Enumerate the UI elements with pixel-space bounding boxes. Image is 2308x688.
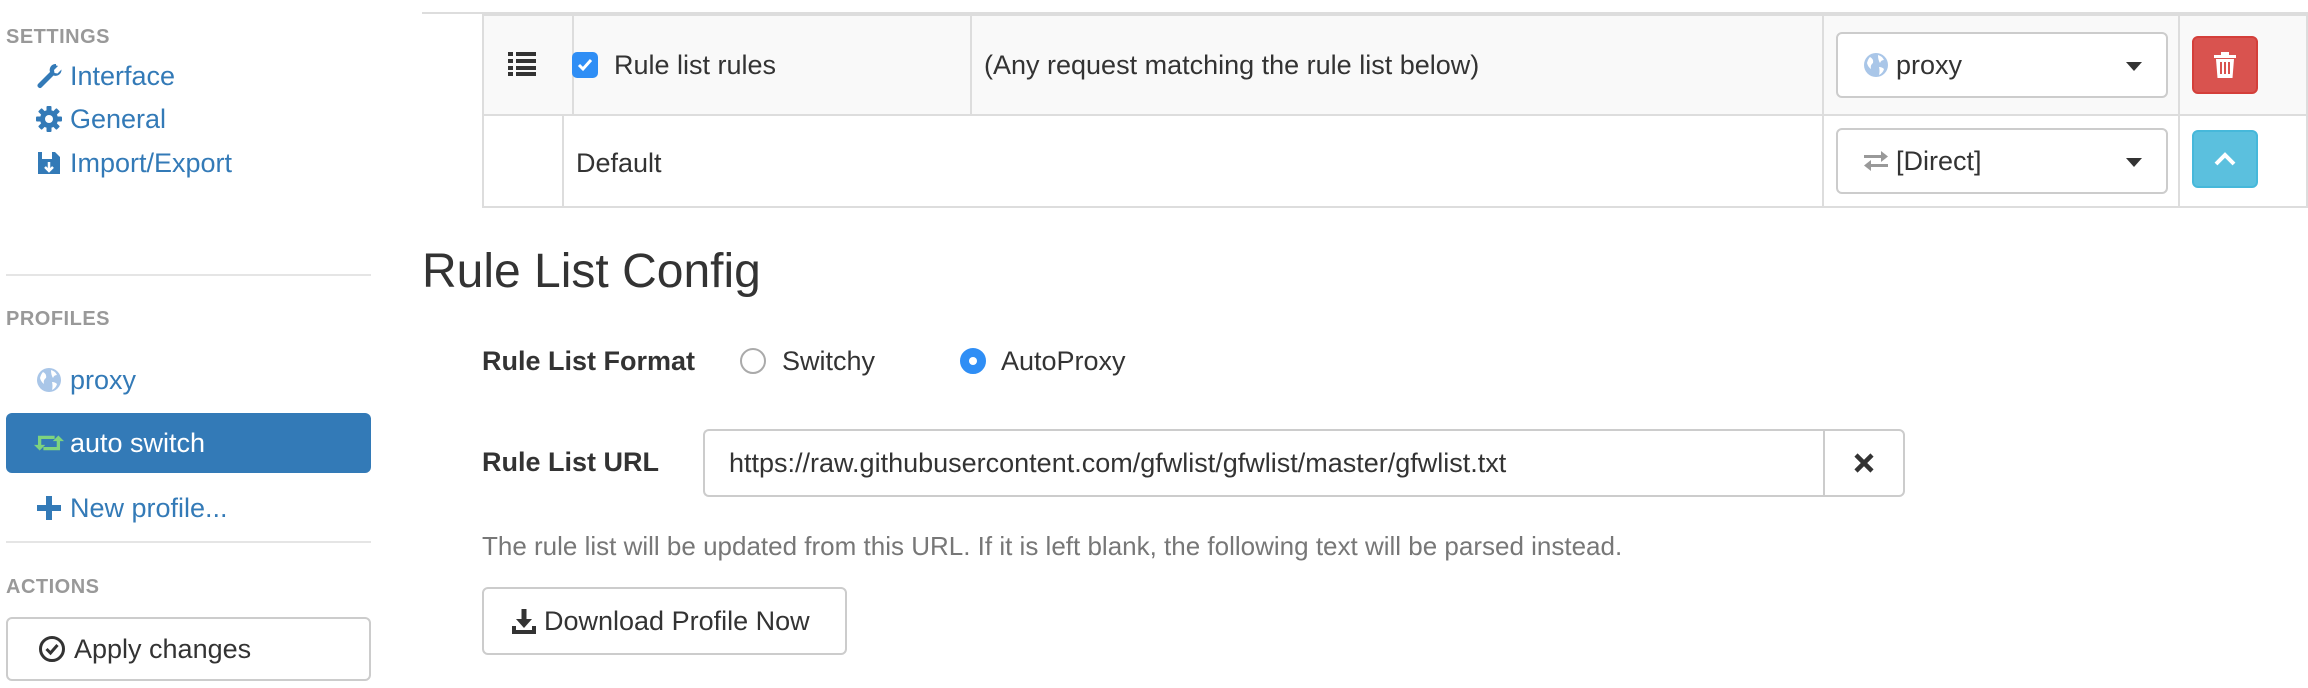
floppy-disk-icon [34,148,64,178]
nav-item-profile-proxy[interactable]: proxy [6,350,371,410]
profiles-header: PROFILES [6,308,111,330]
rule-list-url-label: Rule List URL [482,447,660,477]
default-profile-value: [Direct] [1896,145,1982,176]
actions-header: ACTIONS [6,576,100,598]
radio-autoproxy-label[interactable]: AutoProxy [1001,346,1126,377]
trash-icon [2214,52,2236,78]
apply-changes-label: Apply changes [74,633,252,664]
nav-item-label: Import/Export [70,147,233,178]
globe-icon [1862,51,1890,79]
checkmark-icon [577,59,593,72]
table-row: Default [Direct] [482,114,2308,208]
nav-item-label: auto switch [70,427,206,458]
radio-switchy-label[interactable]: Switchy [782,346,875,377]
gear-icon [34,104,64,134]
cell-divider [2178,116,2180,206]
radio-autoproxy[interactable] [960,348,986,374]
download-profile-button[interactable]: Download Profile Now [482,587,847,655]
chevron-down-icon [2126,62,2142,71]
chevron-down-icon [2126,158,2142,167]
nav-divider [6,541,371,543]
nav-item-label: proxy [70,364,137,395]
drag-handle-list-icon[interactable] [508,52,536,76]
section-title: Rule List Config [422,245,761,298]
nav-item-label: General [70,103,167,134]
cell-divider [1822,116,1824,206]
nav-divider [6,274,371,276]
table-row: Rule list rules (Any request matching th… [482,14,2308,116]
clear-url-button[interactable] [1823,429,1905,497]
globe-icon [34,365,64,395]
profile-select-value: proxy [1896,49,1963,80]
nav-item-new-profile[interactable]: New profile... [6,478,371,538]
nav-item-profile-auto-switch[interactable]: auto switch [6,413,371,473]
chevron-up-icon [2214,152,2236,166]
condition-details: (Any request matching the rule list belo… [984,50,1480,80]
check-circle-icon [38,635,66,663]
move-up-button[interactable] [2192,130,2258,188]
radio-switchy[interactable] [740,348,766,374]
apply-changes-button[interactable]: Apply changes [6,617,371,681]
download-icon [510,607,538,635]
rule-list-format-label: Rule List Format [482,346,696,376]
cell-divider [562,116,564,206]
cell-divider [2178,16,2180,114]
delete-rule-button[interactable] [2192,36,2258,94]
cell-divider [970,16,972,114]
cell-divider [1822,16,1824,114]
condition-type: Default [576,148,662,178]
close-icon [1854,453,1874,473]
url-input-group [703,429,1905,497]
rule-list-url-input[interactable] [703,429,1825,497]
retweet-icon [34,428,64,458]
profile-select[interactable]: proxy [1836,32,2168,98]
help-text: The rule list will be updated from this … [482,531,1623,561]
sidebar: SETTINGS Interface General Import/Export… [0,0,375,688]
rule-enabled-checkbox[interactable] [572,52,598,78]
default-profile-select[interactable]: [Direct] [1836,128,2168,194]
nav-item-import-export[interactable]: Import/Export [6,133,371,193]
condition-type: Rule list rules [614,50,777,80]
plus-icon [34,493,64,523]
nav-item-label: Interface [70,60,176,91]
wrench-icon [34,61,64,91]
download-profile-label: Download Profile Now [544,605,810,636]
nav-item-label: New profile... [70,492,228,523]
transfer-icon [1862,147,1890,175]
